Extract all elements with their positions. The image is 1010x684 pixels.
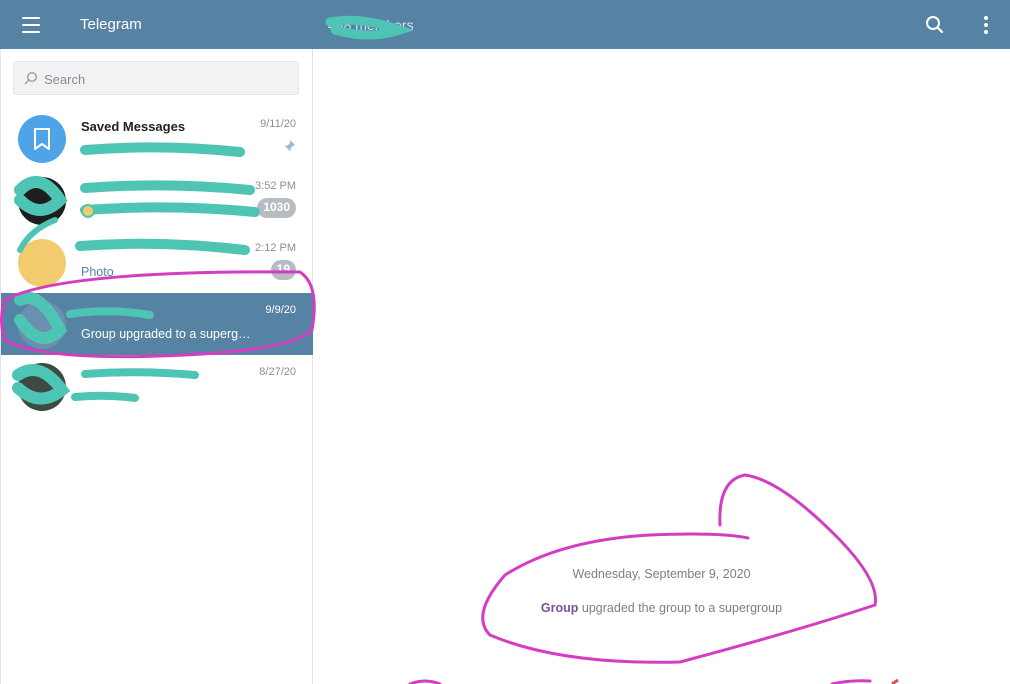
chat-time: 8/27/20 [259, 366, 296, 378]
unread-badge: 19 [270, 260, 296, 280]
date-separator: Wednesday, September 9, 2020 [572, 567, 751, 581]
chat-item[interactable]: 3:52 PM 1030 [1, 169, 313, 231]
chat-item[interactable]: 2:12 PM Photo 19 [1, 231, 313, 293]
top-bar: Telegram 488 members [0, 0, 1010, 49]
chat-time: 3:52 PM [255, 180, 296, 192]
chat-avatar [18, 363, 66, 411]
search-field-icon [24, 71, 38, 85]
service-message: Group upgraded the group to a supergroup [313, 601, 1010, 615]
conversation-pane: Wednesday, September 9, 2020 Group upgra… [313, 49, 1010, 684]
chat-time: 9/9/20 [265, 304, 296, 316]
chat-preview: Photo [81, 265, 114, 279]
hamburger-menu-icon[interactable] [16, 14, 46, 36]
chat-avatar [18, 301, 66, 349]
pin-icon [283, 140, 295, 153]
chat-list: Saved Messages 9/11/20 3:52 PM 1030 2:12… [1, 107, 313, 417]
saved-messages-avatar [18, 115, 66, 163]
chat-preview: Group upgraded to a superg… [81, 327, 251, 341]
chat-avatar [18, 177, 66, 225]
service-text: upgraded the group to a supergroup [578, 601, 783, 615]
chat-time: 9/11/20 [260, 118, 296, 130]
search-input[interactable] [44, 69, 284, 89]
chat-sidebar: Saved Messages 9/11/20 3:52 PM 1030 2:12… [0, 49, 313, 684]
chat-avatar [18, 239, 66, 287]
chat-item[interactable]: 8/27/20 [1, 355, 313, 417]
chat-item-active[interactable]: 9/9/20 Group upgraded to a superg… [1, 293, 313, 355]
search-icon[interactable] [924, 14, 946, 36]
chat-time: 2:12 PM [255, 242, 296, 254]
service-actor-link[interactable]: Group [541, 601, 579, 615]
chat-name: Saved Messages [81, 119, 186, 134]
unread-badge: 1030 [257, 198, 296, 218]
bookmark-icon [34, 128, 50, 150]
more-vertical-icon[interactable] [976, 14, 996, 36]
chat-title[interactable]: 488 members [328, 17, 414, 33]
search-box[interactable] [13, 61, 299, 95]
chat-item-saved-messages[interactable]: Saved Messages 9/11/20 [1, 107, 313, 169]
app-title: Telegram [80, 16, 142, 33]
